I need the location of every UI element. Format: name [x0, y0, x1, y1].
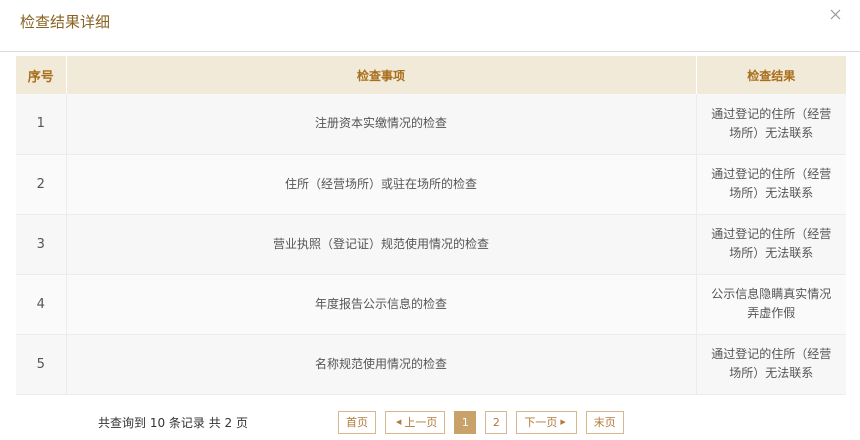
row-result: 通过登记的住所（经营场所）无法联系: [696, 334, 846, 395]
row-item: 年度报告公示信息的检查: [66, 274, 697, 335]
row-item: 注册资本实缴情况的检查: [66, 94, 697, 155]
row-item: 名称规范使用情况的检查: [66, 334, 697, 395]
first-page-label: 首页: [346, 416, 368, 429]
page-2-label: 2: [492, 415, 500, 429]
first-page-button[interactable]: 首页: [338, 410, 376, 434]
row-no: 3: [16, 214, 67, 275]
result-table: 序号 检查事项 检查结果 1 注册资本实缴情况的检查 通过登记的住所（经营场所）…: [16, 56, 846, 395]
row-result: 通过登记的住所（经营场所）无法联系: [696, 154, 846, 215]
row-no: 1: [16, 94, 67, 155]
header-no: 序号: [16, 56, 67, 94]
table-row: 3 营业执照（登记证）规范使用情况的检查 通过登记的住所（经营场所）无法联系: [16, 214, 846, 275]
row-item: 住所（经营场所）或驻在场所的检查: [66, 154, 697, 215]
next-page-label: 下一页: [524, 416, 558, 429]
prev-page-button[interactable]: ◀ 上一页: [385, 410, 446, 434]
row-no: 5: [16, 334, 67, 395]
table-row: 2 住所（经营场所）或驻在场所的检查 通过登记的住所（经营场所）无法联系: [16, 154, 846, 215]
triangle-right-icon: ▶: [560, 418, 566, 426]
table-row: 1 注册资本实缴情况的检查 通过登记的住所（经营场所）无法联系: [16, 94, 846, 155]
header-result: 检查结果: [696, 56, 846, 94]
dialog-header: 检查结果详细: [0, 0, 860, 52]
table-header-row: 序号 检查事项 检查结果: [16, 56, 846, 94]
last-page-label: 末页: [593, 416, 616, 429]
table-row: 5 名称规范使用情况的检查 通过登记的住所（经营场所）无法联系: [16, 334, 846, 395]
dialog-title: 检查结果详细: [20, 13, 111, 31]
table-row: 4 年度报告公示信息的检查 公示信息隐瞒真实情况弄虚作假: [16, 274, 846, 335]
page-1-button[interactable]: 1: [454, 410, 477, 434]
last-page-button[interactable]: 末页: [585, 410, 624, 434]
record-summary: 共查询到 10 条记录 共 2 页: [98, 416, 248, 430]
row-result: 通过登记的住所（经营场所）无法联系: [696, 214, 846, 275]
result-table-wrapper: 序号 检查事项 检查结果 1 注册资本实缴情况的检查 通过登记的住所（经营场所）…: [16, 56, 846, 395]
prev-page-label: 上一页: [404, 416, 438, 429]
page-2-button[interactable]: 2: [485, 410, 508, 434]
row-no: 4: [16, 274, 67, 335]
page-1-label: 1: [461, 415, 469, 429]
row-result: 通过登记的住所（经营场所）无法联系: [696, 94, 846, 155]
next-page-button[interactable]: 下一页 ▶: [516, 410, 577, 434]
header-item: 检查事项: [66, 56, 697, 94]
triangle-left-icon: ◀: [396, 418, 402, 426]
close-button[interactable]: [826, 4, 846, 24]
row-result: 公示信息隐瞒真实情况弄虚作假: [696, 274, 846, 335]
close-icon: [830, 9, 841, 20]
table-footer: 共查询到 10 条记录 共 2 页 首页 ◀ 上一页 1 2 下一页 ▶ 末页: [0, 408, 860, 438]
pagination: 首页 ◀ 上一页 1 2 下一页 ▶ 末页: [338, 410, 633, 434]
row-item: 营业执照（登记证）规范使用情况的检查: [66, 214, 697, 275]
row-no: 2: [16, 154, 67, 215]
